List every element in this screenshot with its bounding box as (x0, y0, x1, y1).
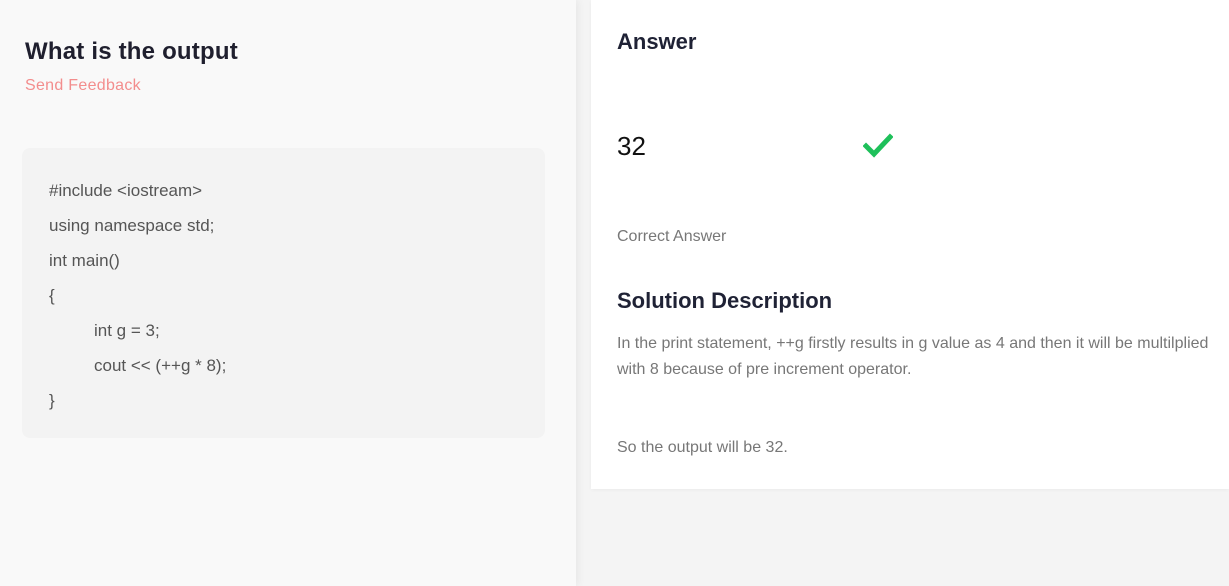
code-line: using namespace std; (49, 216, 215, 235)
code-line: #include <iostream> (49, 181, 203, 200)
solution-text: In the print statement, ++g firstly resu… (617, 335, 1209, 378)
send-feedback-link[interactable]: Send Feedback (25, 77, 141, 95)
code-block: #include <iostream> using namespace std;… (22, 148, 545, 438)
answer-panel: Answer 32 Correct Answer Solution Descri… (591, 0, 1229, 489)
question-title: What is the output (25, 38, 238, 65)
check-icon (863, 133, 893, 158)
code-line: int g = 3; (94, 321, 160, 340)
solution-heading: Solution Description (617, 288, 833, 313)
code-line: int main() (49, 251, 120, 270)
solution-conclusion: So the output will be 32. (617, 439, 788, 456)
answer-value: 32 (617, 131, 646, 161)
answer-heading: Answer (617, 29, 697, 54)
code-line: { (49, 286, 55, 305)
correct-answer-label: Correct Answer (617, 228, 727, 245)
question-panel: What is the output Send Feedback #includ… (0, 0, 576, 586)
code-line: } (49, 391, 55, 410)
code-line: cout << (++g * 8); (94, 356, 227, 375)
